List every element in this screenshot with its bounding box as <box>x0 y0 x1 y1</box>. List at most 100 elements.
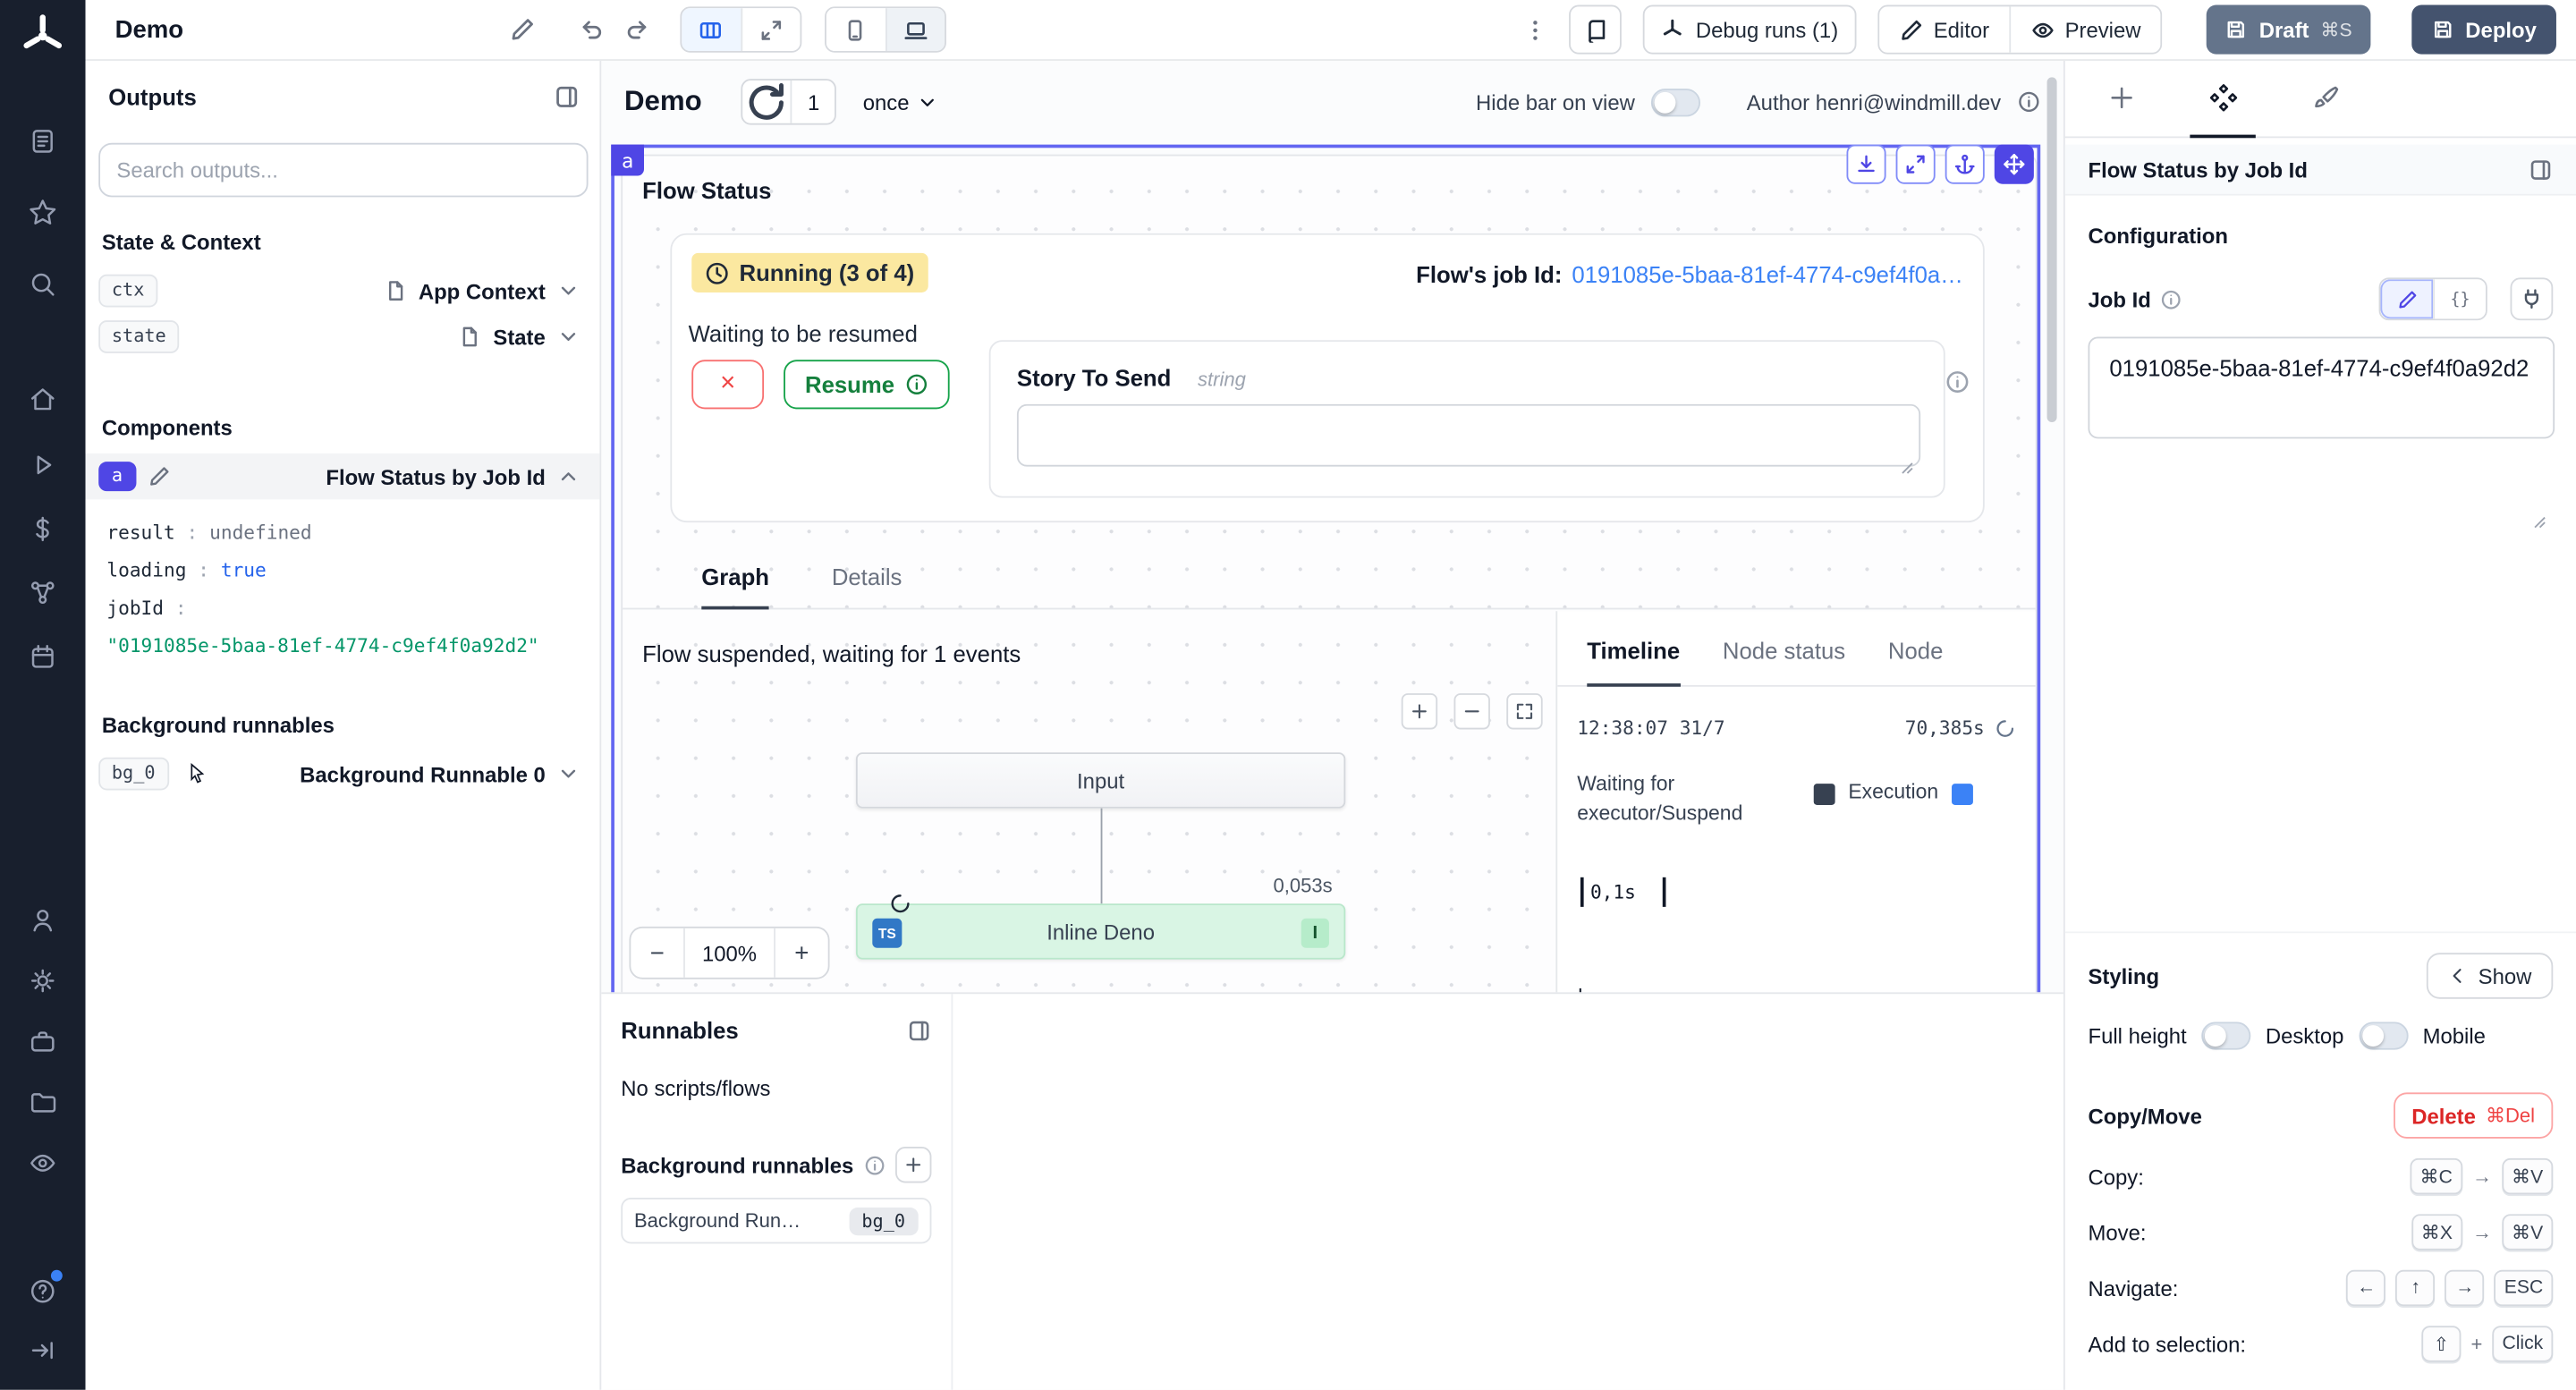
job-id-input[interactable]: 0191085e-5baa-81ef-4774-c9ef4f0a92d2 <box>2088 337 2555 439</box>
app-title: Demo <box>115 15 184 43</box>
tab-node-status[interactable]: Node status <box>1723 638 1845 687</box>
add-selection-shortcut-row: Add to selection: ⇧ + Click <box>2065 1326 2576 1361</box>
kbd-arrow-left: ← <box>2346 1270 2385 1306</box>
chevron-down-icon[interactable] <box>557 762 580 785</box>
tab-details[interactable]: Details <box>832 564 902 609</box>
copy-label: Copy: <box>2088 1164 2143 1189</box>
tab-node[interactable]: Node <box>1888 638 1943 687</box>
static-mode-pencil-icon[interactable] <box>2380 279 2433 318</box>
audit-eye-icon[interactable] <box>0 1139 86 1188</box>
tab-timeline[interactable]: Timeline <box>1587 638 1680 687</box>
hide-bar-toggle[interactable] <box>1651 88 1700 115</box>
help-icon[interactable] <box>0 1267 86 1316</box>
preview-tab[interactable]: Preview <box>2009 6 2160 52</box>
add-runnable-button[interactable] <box>895 1147 931 1182</box>
graph-node-input[interactable]: Input <box>856 752 1345 808</box>
tab-graph[interactable]: Graph <box>701 564 769 609</box>
styling-title: Styling <box>2088 963 2159 988</box>
bg-runnable-item[interactable]: Background Runnable 0 bg_0 <box>621 1198 931 1243</box>
rename-pencil-icon[interactable] <box>148 465 171 488</box>
insert-component-tab-plus-icon[interactable] <box>2088 61 2153 138</box>
timeline-ticks: 0,1s <box>1577 877 2015 911</box>
resize-grip-icon[interactable] <box>1901 453 1914 467</box>
edit-title-pencil-icon[interactable] <box>509 16 535 42</box>
fit-view-icon[interactable] <box>1506 693 1542 729</box>
zoom-out-icon[interactable] <box>1454 693 1490 729</box>
settings-gear-icon[interactable] <box>0 956 86 1005</box>
component-expand-icon[interactable] <box>1896 145 1936 184</box>
editor-tab[interactable]: Editor <box>1879 6 2009 52</box>
runs-play-icon[interactable] <box>0 440 86 489</box>
component-settings-tab-icon[interactable] <box>2190 61 2255 138</box>
full-height-toggle[interactable] <box>2201 1021 2250 1049</box>
cancel-button[interactable]: × <box>691 360 764 409</box>
info-icon[interactable] <box>863 1154 885 1175</box>
canvas-header-right: Hide bar on view Author henri@windmill.d… <box>1476 88 2040 115</box>
favorites-star-icon[interactable] <box>0 187 86 236</box>
suspended-message: Flow suspended, waiting for 1 events <box>642 640 1021 666</box>
collapse-arrow-icon[interactable] <box>0 1326 86 1375</box>
workers-briefcase-icon[interactable] <box>0 1017 86 1066</box>
info-icon[interactable] <box>1945 369 1970 394</box>
users-icon[interactable] <box>0 895 86 945</box>
schedule-dropdown[interactable]: once <box>863 89 939 114</box>
resume-button[interactable]: Resume <box>784 360 950 409</box>
story-textarea[interactable] <box>1017 404 1920 467</box>
draft-button[interactable]: Draft ⌘S <box>2207 5 2370 55</box>
canvas-scrollbar[interactable] <box>2047 77 2057 422</box>
variables-dollar-icon[interactable] <box>0 504 86 554</box>
search-outputs-input[interactable] <box>98 143 588 198</box>
show-styling-button[interactable]: Show <box>2428 953 2554 998</box>
info-icon[interactable] <box>2018 90 2041 114</box>
refresh-icon[interactable] <box>743 81 792 123</box>
component-move-icon[interactable] <box>1995 145 2034 184</box>
tick-mark <box>1580 877 1583 907</box>
zoom-plus-button[interactable]: + <box>775 928 828 978</box>
kebab-menu-icon[interactable] <box>1523 17 1548 42</box>
component-download-icon[interactable] <box>1846 145 1885 184</box>
move-label: Move: <box>2088 1220 2146 1245</box>
state-row[interactable]: state State <box>86 314 600 360</box>
desktop-toggle[interactable] <box>2359 1021 2408 1049</box>
eval-mode-icon[interactable]: {} <box>2433 279 2486 318</box>
flow-status-card: Flow Status Running (3 of 4) Flow's job … <box>621 155 2037 993</box>
chevron-down-icon[interactable] <box>557 279 580 302</box>
collapse-panel-icon[interactable] <box>554 84 580 110</box>
zoom-minus-button[interactable]: − <box>631 928 683 978</box>
apps-icon[interactable] <box>0 116 86 165</box>
navigate-label: Navigate: <box>2088 1276 2178 1301</box>
docs-book-button[interactable] <box>1569 5 1622 55</box>
columns-layout-icon[interactable] <box>682 8 741 51</box>
flow-job-id-link[interactable]: 0191085e-5baa-81ef-4774-c9ef4f0a… <box>1572 261 1962 287</box>
delete-button[interactable]: Delete ⌘Del <box>2394 1092 2553 1138</box>
resize-grip-icon[interactable] <box>2533 508 2546 521</box>
graph-edge <box>1101 809 1103 904</box>
resources-hub-icon[interactable] <box>0 569 86 618</box>
home-icon[interactable] <box>0 375 86 424</box>
info-icon[interactable] <box>2161 288 2182 309</box>
chevron-down-icon[interactable] <box>557 326 580 349</box>
folders-icon[interactable] <box>0 1078 86 1127</box>
deploy-button[interactable]: Deploy <box>2411 5 2556 55</box>
search-icon[interactable] <box>0 259 86 309</box>
component-anchor-icon[interactable] <box>1945 145 1985 184</box>
redo-icon[interactable] <box>623 16 649 42</box>
connect-plug-icon[interactable] <box>2511 277 2554 320</box>
desktop-view-icon[interactable] <box>885 8 944 51</box>
selected-component-frame[interactable]: a Flow Status Running (3 of 4) <box>611 145 2040 993</box>
undo-icon[interactable] <box>578 16 604 42</box>
graph-node-inline-deno[interactable]: TS Inline Deno I <box>856 903 1345 959</box>
debug-runs-button[interactable]: Debug runs (1) <box>1643 5 1856 55</box>
component-row-a[interactable]: a Flow Status by Job Id <box>86 453 600 499</box>
zoom-in-icon[interactable] <box>1402 693 1437 729</box>
styling-tab-brush-icon[interactable] <box>2292 61 2357 138</box>
expand-layout-icon[interactable] <box>741 8 800 51</box>
collapse-panel-icon[interactable] <box>2529 157 2554 182</box>
ctx-row[interactable]: ctx App Context <box>86 267 600 313</box>
collapse-panel-icon[interactable] <box>907 1018 932 1043</box>
topbar: Demo Debug runs (1) Editor <box>86 0 2576 61</box>
chevron-up-icon[interactable] <box>557 465 580 488</box>
bg-runnable-row[interactable]: bg_0 Background Runnable 0 <box>86 750 600 796</box>
schedules-calendar-icon[interactable] <box>0 632 86 682</box>
mobile-view-icon[interactable] <box>826 8 885 51</box>
